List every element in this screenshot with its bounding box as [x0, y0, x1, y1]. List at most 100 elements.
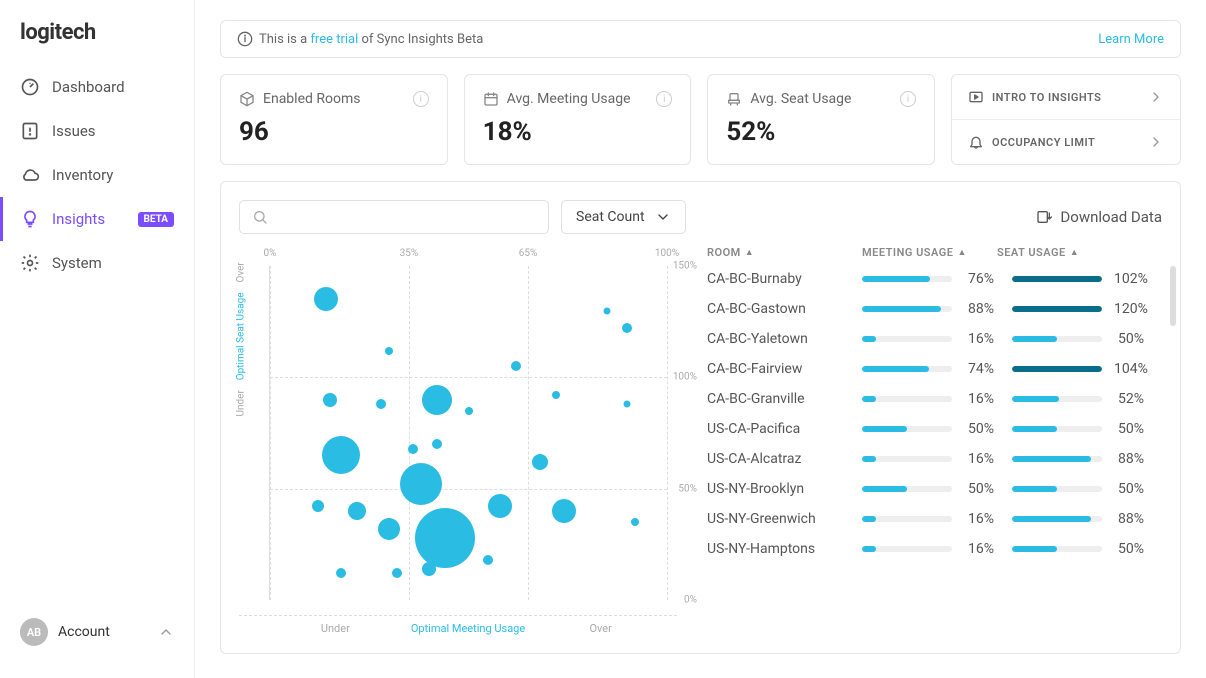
bubble[interactable]: [422, 385, 452, 415]
sidebar-item-dashboard[interactable]: Dashboard: [0, 65, 194, 109]
seat-usage-value: 88%: [1114, 451, 1162, 467]
bubble[interactable]: [323, 393, 337, 407]
info-icon[interactable]: i: [656, 91, 672, 107]
meeting-usage-bar: [862, 306, 952, 312]
link-label: INTRO TO INSIGHTS: [992, 91, 1101, 104]
bubble[interactable]: [624, 401, 631, 408]
cloud-icon: [20, 165, 40, 185]
bubble[interactable]: [385, 347, 393, 355]
chevron-up-icon: [158, 624, 174, 640]
bubble[interactable]: [408, 444, 418, 454]
account-menu[interactable]: AB Account: [0, 606, 194, 658]
x-axis-label: Under Optimal Meeting Usage Over: [269, 616, 667, 635]
bubble[interactable]: [348, 502, 366, 520]
kpi-value: 52%: [726, 117, 916, 147]
kpi-label: Avg. Meeting Usage: [507, 91, 631, 107]
bubble[interactable]: [415, 508, 475, 568]
table-row[interactable]: CA-BC-Yaletown16%50%: [707, 331, 1162, 347]
gauge-icon: [20, 77, 40, 97]
table-row[interactable]: US-CA-Alcatraz16%88%: [707, 451, 1162, 467]
table-row[interactable]: CA-BC-Fairview74%104%: [707, 361, 1162, 377]
table-row[interactable]: US-NY-Brooklyn50%50%: [707, 481, 1162, 497]
y-tick: 0%: [684, 595, 697, 606]
kpi-row: Enabled Rooms i 96 Avg. Meeting Usage i …: [220, 74, 1181, 165]
table-row[interactable]: CA-BC-Gastown88%120%: [707, 301, 1162, 317]
bubble[interactable]: [312, 500, 324, 512]
y-tick: 150%: [673, 261, 697, 272]
col-seat-usage[interactable]: SEAT USAGE▲: [997, 246, 1132, 259]
kpi-value: 96: [239, 117, 429, 147]
seat-usage-bar: [1012, 516, 1102, 522]
meeting-usage-bar: [862, 366, 952, 372]
nav-label: Inventory: [52, 166, 113, 184]
seat-usage-value: 52%: [1114, 391, 1162, 407]
seat-usage-value: 104%: [1114, 361, 1162, 377]
room-name: CA-BC-Burnaby: [707, 271, 862, 287]
info-icon[interactable]: i: [413, 91, 429, 107]
occupancy-limit-link[interactable]: OCCUPANCY LIMIT: [952, 120, 1180, 164]
bubble[interactable]: [392, 568, 402, 578]
meeting-usage-bar: [862, 456, 952, 462]
meeting-usage-value: 50%: [964, 481, 1012, 497]
table-row[interactable]: US-NY-Hamptons16%50%: [707, 541, 1162, 557]
bubble[interactable]: [532, 454, 548, 470]
bubble[interactable]: [400, 463, 442, 505]
bubble[interactable]: [465, 407, 473, 415]
sidebar-item-system[interactable]: System: [0, 241, 194, 285]
bulb-icon: [20, 209, 40, 229]
bubble[interactable]: [511, 361, 521, 371]
col-room[interactable]: ROOM▲: [707, 246, 862, 259]
seat-usage-bar: [1012, 486, 1102, 492]
bubble[interactable]: [376, 399, 386, 409]
bubble[interactable]: [432, 439, 442, 449]
sidebar-item-insights[interactable]: InsightsBETA: [0, 197, 194, 241]
y-tick: 50%: [678, 483, 697, 494]
sidebar-item-issues[interactable]: Issues: [0, 109, 194, 153]
meeting-usage-bar: [862, 516, 952, 522]
seat-count-dropdown[interactable]: Seat Count: [561, 200, 686, 234]
rooms-table: ROOM▲ MEETING USAGE▲ SEAT USAGE▲ CA-BC-B…: [707, 246, 1162, 635]
intro-insights-link[interactable]: INTRO TO INSIGHTS: [952, 75, 1180, 120]
info-icon[interactable]: i: [900, 91, 916, 107]
bubble[interactable]: [552, 391, 560, 399]
seat-usage-bar: [1012, 336, 1102, 342]
bubble[interactable]: [604, 307, 611, 314]
table-row[interactable]: US-CA-Pacifica50%50%: [707, 421, 1162, 437]
bubble[interactable]: [322, 436, 360, 474]
x-tick: 65%: [519, 248, 538, 259]
table-row[interactable]: US-NY-Greenwich16%88%: [707, 511, 1162, 527]
seat-usage-value: 50%: [1114, 541, 1162, 557]
bubble[interactable]: [483, 555, 493, 565]
sidebar-item-inventory[interactable]: Inventory: [0, 153, 194, 197]
bubble[interactable]: [378, 518, 400, 540]
bubble[interactable]: [314, 287, 338, 311]
bubble[interactable]: [622, 323, 632, 333]
sort-icon: ▲: [1070, 247, 1079, 258]
dropdown-label: Seat Count: [576, 209, 645, 225]
table-row[interactable]: CA-BC-Granville16%52%: [707, 391, 1162, 407]
room-name: US-CA-Pacifica: [707, 421, 862, 437]
scrollbar[interactable]: [1170, 266, 1176, 326]
bubble-chart[interactable]: 0%35%65%100%150%100%50%0% Under Optimal …: [239, 246, 677, 635]
seat-usage-bar: [1012, 546, 1102, 552]
meeting-usage-value: 16%: [964, 451, 1012, 467]
bubble[interactable]: [631, 518, 639, 526]
meeting-usage-value: 88%: [964, 301, 1012, 317]
bubble[interactable]: [336, 568, 346, 578]
seat-usage-value: 50%: [1114, 481, 1162, 497]
learn-more-link[interactable]: Learn More: [1098, 32, 1164, 47]
seat-usage-bar: [1012, 276, 1102, 282]
download-label: Download Data: [1060, 208, 1162, 226]
bubble[interactable]: [422, 562, 436, 576]
room-name: US-NY-Greenwich: [707, 511, 862, 527]
seat-usage-bar: [1012, 306, 1102, 312]
free-trial-link[interactable]: free trial: [310, 32, 358, 47]
y-tick: 100%: [673, 372, 697, 383]
download-data-button[interactable]: Download Data: [1036, 208, 1162, 226]
bubble[interactable]: [552, 499, 576, 523]
bubble[interactable]: [488, 494, 512, 518]
meeting-usage-value: 74%: [964, 361, 1012, 377]
table-row[interactable]: CA-BC-Burnaby76%102%: [707, 271, 1162, 287]
col-meeting-usage[interactable]: MEETING USAGE▲: [862, 246, 997, 259]
search-input[interactable]: [239, 200, 549, 234]
